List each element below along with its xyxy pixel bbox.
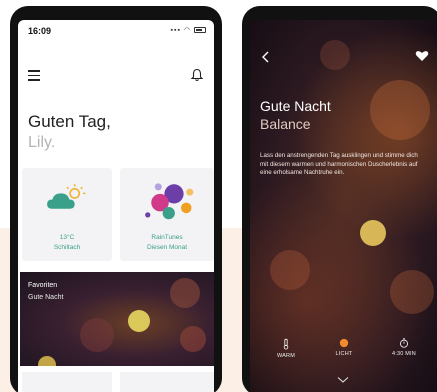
thermometer-icon (283, 338, 289, 350)
bokeh-decoration (128, 310, 150, 332)
control-timer[interactable]: 4:30 MIN (384, 338, 424, 357)
back-icon[interactable] (260, 50, 272, 64)
scene-description: Lass den anstrengenden Tag ausklingen un… (260, 152, 418, 176)
menu-icon[interactable] (28, 70, 40, 81)
chevron-down-icon[interactable] (336, 376, 350, 384)
weather-card[interactable]: 13°C Schiltach (22, 168, 112, 261)
raintunes-subtitle: Diesen Monat (146, 244, 188, 251)
next-card[interactable] (22, 372, 112, 392)
heart-icon[interactable] (415, 50, 429, 62)
bokeh-decoration (320, 40, 350, 70)
bokeh-decoration (390, 270, 434, 314)
raintunes-bubbles-icon (145, 183, 194, 220)
bokeh-decoration (270, 250, 310, 290)
home-screen: 16:09 ▪▪▪ ◠ Guten Tag, Lily. 13°C Schilt… (18, 20, 214, 392)
bokeh-decoration (170, 278, 200, 308)
control-timer-label: 4:30 MIN (392, 351, 416, 357)
greeting-title: Guten Tag, (28, 112, 111, 131)
weather-temp: 13°C (59, 234, 75, 241)
bokeh-decoration (180, 326, 206, 352)
status-icons: ▪▪▪ ◠ (171, 26, 206, 34)
favorites-card[interactable]: Favoriten Gute Nacht (20, 272, 214, 366)
bokeh-decoration (38, 356, 56, 366)
scene-subtitle: Balance (260, 116, 311, 132)
control-light[interactable]: LICHT (324, 338, 364, 357)
bokeh-decoration (360, 220, 386, 246)
wifi-icon: ◠ (183, 27, 192, 34)
weather-icon (47, 184, 86, 209)
phone-home: 16:09 ▪▪▪ ◠ Guten Tag, Lily. 13°C Schilt… (10, 6, 222, 392)
favorites-subtitle: Gute Nacht (28, 294, 64, 301)
battery-icon (194, 27, 206, 34)
bokeh-decoration (80, 318, 114, 352)
weather-location: Schiltach (53, 244, 81, 251)
bell-icon[interactable] (190, 68, 204, 82)
scene-title: Gute Nacht (260, 98, 331, 114)
greeting-name: Lily. (28, 134, 56, 151)
phone-detail: Gute Nacht Balance Lass den anstrengende… (242, 6, 437, 392)
bokeh-decoration (370, 80, 430, 140)
control-light-label: LICHT (335, 351, 353, 357)
favorites-title: Favoriten (28, 282, 58, 289)
control-warm-label: WARM (276, 353, 295, 359)
next-card[interactable] (120, 372, 214, 392)
detail-screen: Gute Nacht Balance Lass den anstrengende… (250, 20, 437, 392)
signal-icon: ▪▪▪ (170, 27, 181, 34)
light-dot-icon (339, 338, 349, 348)
control-warm[interactable]: WARM (266, 338, 306, 359)
raintunes-title: RainTunes (151, 234, 183, 241)
status-time: 16:09 (28, 26, 52, 36)
timer-icon (399, 338, 409, 348)
raintunes-card[interactable]: RainTunes Diesen Monat (120, 168, 214, 261)
